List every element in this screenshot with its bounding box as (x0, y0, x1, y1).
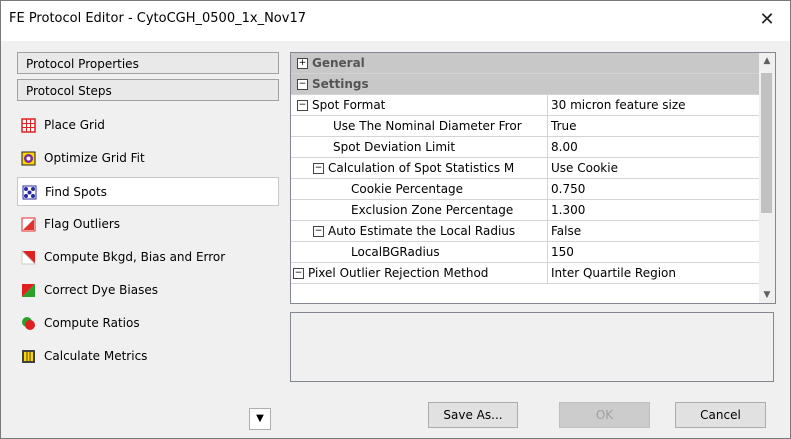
step-find-spots[interactable]: Find Spots (17, 177, 279, 206)
find-spots-icon (22, 185, 37, 200)
flag-outliers-icon (21, 217, 36, 232)
property-row-spot-format[interactable]: − Spot Format 30 micron feature size (291, 95, 759, 116)
cancel-button[interactable]: Cancel (675, 402, 766, 428)
collapse-icon[interactable]: − (297, 100, 308, 111)
protocol-steps-list: Place Grid Optimize Grid Fit Find Spots (17, 105, 281, 430)
property-row-exclusion-zone[interactable]: Exclusion Zone Percentage 1.300 (291, 200, 759, 221)
step-label: Compute Ratios (44, 316, 140, 330)
property-row-nominal-diameter[interactable]: Use The Nominal Diameter Fror True (291, 116, 759, 137)
step-label: Place Grid (44, 118, 105, 132)
property-name: Calculation of Spot Statistics M (328, 161, 515, 175)
property-row-cookie-percentage[interactable]: Cookie Percentage 0.750 (291, 179, 759, 200)
scroll-up-icon[interactable]: ▲ (759, 53, 775, 69)
property-value[interactable]: Use Cookie (547, 158, 759, 178)
expand-icon[interactable]: + (297, 58, 308, 69)
property-row-pixel-outlier[interactable]: − Pixel Outlier Rejection Method Inter Qu… (291, 263, 759, 284)
step-label: Correct Dye Biases (44, 283, 158, 297)
property-name: Cookie Percentage (351, 182, 464, 196)
collapse-icon[interactable]: − (313, 226, 324, 237)
scrollbar-thumb[interactable] (761, 73, 772, 213)
property-grid: + General − Settings − Spot Format 30 micro… (290, 52, 776, 304)
category-label: General (312, 56, 365, 70)
property-name: Use The Nominal Diameter Fror (333, 119, 522, 133)
protocol-steps-button[interactable]: Protocol Steps (17, 79, 279, 101)
step-optimize-grid-fit[interactable]: Optimize Grid Fit (17, 144, 279, 173)
step-calculate-metrics[interactable]: Calculate Metrics (17, 342, 279, 371)
property-name: LocalBGRadius (351, 245, 440, 259)
save-as-button[interactable]: Save As... (428, 402, 518, 428)
protocol-properties-button[interactable]: Protocol Properties (17, 52, 279, 74)
collapse-icon[interactable]: − (293, 268, 304, 279)
category-settings[interactable]: − Settings (291, 74, 759, 95)
category-label: Settings (312, 77, 369, 91)
property-value[interactable]: True (547, 116, 759, 136)
optimize-icon (21, 151, 36, 166)
property-name: Spot Format (312, 98, 386, 112)
property-value[interactable]: 30 micron feature size (547, 95, 759, 115)
close-icon[interactable]: ✕ (752, 6, 782, 34)
metrics-icon (22, 350, 35, 363)
step-label: Calculate Metrics (44, 349, 148, 363)
step-label: Find Spots (45, 185, 107, 199)
description-panel (290, 312, 774, 382)
left-panel: Protocol Properties Protocol Steps Place… (17, 52, 281, 430)
ratios-icon (22, 317, 35, 330)
property-name: Spot Deviation Limit (333, 140, 456, 154)
property-row-localbgradius[interactable]: LocalBGRadius 150 (291, 242, 759, 263)
steps-scroll-down-button[interactable]: ▼ (249, 408, 271, 430)
property-row-auto-estimate-radius[interactable]: − Auto Estimate the Local Radius False (291, 221, 759, 242)
property-name: Auto Estimate the Local Radius (328, 224, 516, 238)
property-name: Exclusion Zone Percentage (351, 203, 514, 217)
property-value[interactable]: 0.750 (547, 179, 759, 199)
ok-button[interactable]: OK (559, 402, 650, 428)
bkgd-icon (21, 250, 36, 265)
grid-icon (21, 118, 36, 133)
property-value[interactable]: 8.00 (547, 137, 759, 157)
step-correct-dye-biases[interactable]: Correct Dye Biases (17, 276, 279, 305)
window-title: FE Protocol Editor - CytoCGH_0500_1x_Nov… (9, 11, 306, 26)
step-label: Optimize Grid Fit (44, 151, 145, 165)
collapse-icon[interactable]: − (313, 163, 324, 174)
dye-icon (22, 284, 35, 297)
step-compute-ratios[interactable]: Compute Ratios (17, 309, 279, 338)
scroll-down-icon[interactable]: ▼ (759, 287, 775, 303)
property-value[interactable]: 1.300 (547, 200, 759, 220)
property-name: Pixel Outlier Rejection Method (308, 266, 489, 280)
collapse-icon[interactable]: − (297, 79, 308, 90)
protocol-editor-window: FE Protocol Editor - CytoCGH_0500_1x_Nov… (0, 0, 791, 439)
property-value[interactable]: Inter Quartile Region (547, 263, 759, 283)
title-bar: FE Protocol Editor - CytoCGH_0500_1x_Nov… (1, 1, 790, 41)
step-place-grid[interactable]: Place Grid (17, 111, 279, 140)
step-label: Compute Bkgd, Bias and Error (44, 250, 226, 264)
property-row-spot-statistics[interactable]: − Calculation of Spot Statistics M Use Co… (291, 158, 759, 179)
property-value[interactable]: False (547, 221, 759, 241)
vertical-scrollbar[interactable]: ▲ ▼ (759, 53, 775, 303)
property-value[interactable]: 150 (547, 242, 759, 262)
step-label: Flag Outliers (44, 217, 121, 231)
category-general[interactable]: + General (291, 53, 759, 74)
step-flag-outliers[interactable]: Flag Outliers (17, 210, 279, 239)
step-compute-bkgd[interactable]: Compute Bkgd, Bias and Error (17, 243, 279, 272)
property-row-spot-deviation[interactable]: Spot Deviation Limit 8.00 (291, 137, 759, 158)
